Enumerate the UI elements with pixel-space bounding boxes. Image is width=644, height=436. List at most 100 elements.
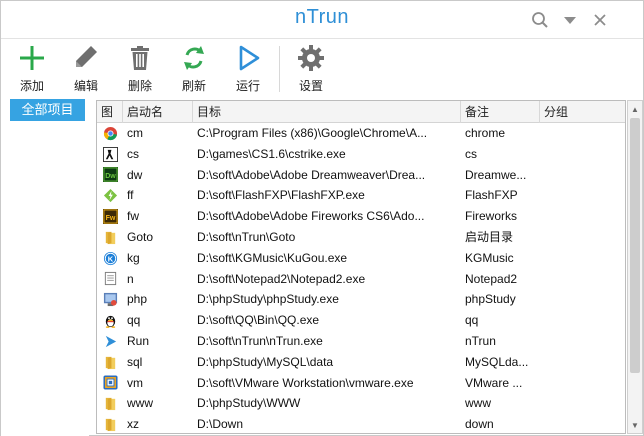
folder-icon: [97, 393, 123, 414]
trash-icon: [131, 46, 149, 70]
edit-label: 编辑: [73, 79, 98, 93]
row-group: [540, 414, 625, 433]
row-name: fw: [127, 209, 139, 224]
row-target: D:\soft\VMware Workstation\vmware.exe: [197, 375, 414, 390]
row-target: D:\phpStudy\WWW: [197, 396, 301, 411]
settings-button[interactable]: 设置: [288, 43, 334, 95]
table-row[interactable]: cm C:\Program Files (x86)\Google\Chrome\A…: [97, 123, 625, 144]
run-button[interactable]: 运行: [225, 43, 271, 95]
row-group: [540, 123, 625, 144]
refresh-button[interactable]: 刷新: [171, 43, 217, 95]
table-row[interactable]: Kkg D:\soft\KGMusic\KuGou.exe KGMusic: [97, 248, 625, 269]
row-target: D:\soft\Adobe\Adobe Fireworks CS6\Ado...: [197, 209, 425, 224]
toolbar-divider: [279, 46, 280, 92]
row-target: D:\soft\Adobe\Adobe Dreamweaver\Drea...: [197, 167, 426, 182]
row-target: D:\soft\Notepad2\Notepad2.exe: [197, 271, 366, 286]
table-row[interactable]: Fw fw D:\soft\Adobe\Adobe Fireworks CS6\Ad…: [97, 206, 625, 227]
scrollbar-thumb[interactable]: [630, 118, 640, 373]
row-target: D:\soft\KGMusic\KuGou.exe: [197, 250, 348, 265]
row-target: D:\Down: [197, 417, 244, 432]
row-name: Run: [127, 334, 150, 348]
title-bar[interactable]: nTrun: [1, 1, 643, 39]
row-name: vm: [127, 375, 143, 390]
table-row[interactable]: ff D:\soft\FlashFXP\FlashFXP.exe FlashFXP: [97, 185, 625, 206]
row-name: Goto: [127, 230, 154, 244]
plus-icon: [20, 46, 44, 70]
row-group: [540, 248, 625, 269]
add-button[interactable]: 添加: [9, 43, 55, 95]
row-note: VMware ...: [465, 375, 523, 390]
table-row[interactable]: qq D:\soft\QQ\Bin\QQ.exe qq: [97, 310, 625, 331]
row-group: [540, 165, 625, 186]
table-row[interactable]: vm D:\soft\VMware Workstation\vmware.exe V…: [97, 373, 625, 394]
table-row[interactable]: cs D:\games\CS1.6\cstrike.exe cs: [97, 144, 625, 165]
sidebar: 全部项目: [1, 96, 89, 436]
row-note: down: [465, 417, 494, 432]
vmware-icon: [97, 373, 123, 394]
row-note: Dreamwe...: [465, 167, 527, 182]
scroll-up-icon[interactable]: ▲: [628, 101, 642, 117]
pencil-icon: [76, 46, 97, 67]
table-row[interactable]: Run D:\soft\nTrun\nTrun.exe nTrun: [97, 331, 625, 352]
svg-text:Fw: Fw: [105, 215, 115, 222]
row-target: D:\soft\nTrun\nTrun.exe: [197, 334, 323, 348]
add-label: 添加: [19, 79, 44, 93]
run-label: 运行: [235, 79, 260, 93]
table-row[interactable]: n D:\soft\Notepad2\Notepad2.exe Notepad2: [97, 269, 625, 290]
row-note: nTrun: [465, 334, 496, 348]
scroll-down-icon[interactable]: ▼: [628, 417, 642, 433]
column-header-icon[interactable]: 图: [97, 101, 123, 123]
table-row[interactable]: www D:\phpStudy\WWW www: [97, 393, 625, 414]
row-name: ff: [127, 188, 134, 203]
fireworks-icon: Fw: [97, 206, 123, 227]
search-icon[interactable]: [529, 9, 551, 31]
table-row[interactable]: sql D:\phpStudy\MySQL\data MySQLda...: [97, 352, 625, 373]
column-header-group[interactable]: 分组: [540, 101, 625, 123]
dreamweaver-icon: Dw: [97, 165, 123, 186]
row-group: [540, 269, 625, 290]
svg-text:K: K: [107, 254, 113, 263]
sidebar-item-all-items[interactable]: 全部项目: [10, 99, 85, 121]
settings-label: 设置: [298, 79, 323, 93]
row-name: cm: [127, 126, 143, 140]
kugou-icon: K: [97, 248, 123, 269]
column-header-name[interactable]: 启动名: [123, 101, 193, 123]
edit-button[interactable]: 编辑: [63, 43, 109, 95]
row-note: chrome: [465, 126, 506, 140]
table-row[interactable]: php D:\phpStudy\phpStudy.exe phpStudy: [97, 289, 625, 310]
row-target: D:\phpStudy\phpStudy.exe: [197, 292, 339, 307]
phpstudy-icon: [97, 289, 123, 310]
row-note: Fireworks: [465, 209, 518, 224]
row-note: qq: [465, 313, 479, 328]
row-name: php: [127, 292, 148, 307]
row-target: D:\games\CS1.6\cstrike.exe: [197, 146, 346, 161]
app-window: nTrun 添加 编辑 删除 刷新 运行 设置 全部项目 图 启动名 目标 备注…: [0, 0, 644, 436]
table-row[interactable]: xz D:\Down down: [97, 414, 625, 433]
folder-icon: [97, 414, 123, 433]
row-group: [540, 144, 625, 165]
flashfxp-icon: [97, 185, 123, 206]
column-header-note[interactable]: 备注: [461, 101, 540, 123]
row-target: C:\Program Files (x86)\Google\Chrome\A..…: [197, 126, 428, 140]
dropdown-menu-icon[interactable]: [559, 9, 581, 31]
row-note: 启动目录: [465, 230, 514, 244]
column-header-target[interactable]: 目标: [193, 101, 461, 123]
row-group: [540, 206, 625, 227]
table-row[interactable]: Goto D:\soft\nTrun\Goto 启动目录: [97, 227, 625, 248]
row-name: qq: [127, 313, 141, 328]
vertical-scrollbar[interactable]: ▲ ▼: [627, 100, 643, 434]
close-icon[interactable]: [589, 9, 611, 31]
qq-icon: [97, 310, 123, 331]
row-group: [540, 331, 625, 352]
table-row[interactable]: Dw dw D:\soft\Adobe\Adobe Dreamweaver\Drea…: [97, 165, 625, 186]
svg-text:Dw: Dw: [105, 173, 116, 180]
row-note: cs: [465, 146, 477, 161]
chrome-icon: [97, 123, 123, 144]
delete-button[interactable]: 删除: [117, 43, 163, 95]
row-target: D:\phpStudy\MySQL\data: [197, 354, 334, 369]
row-name: xz: [127, 417, 139, 432]
row-name: cs: [127, 146, 139, 161]
toolbar: 添加 编辑 删除 刷新 运行 设置: [1, 40, 643, 96]
items-table: 图 启动名 目标 备注 分组 cm C:\Program Files (x86)\…: [96, 100, 626, 434]
play-icon: [239, 45, 260, 71]
